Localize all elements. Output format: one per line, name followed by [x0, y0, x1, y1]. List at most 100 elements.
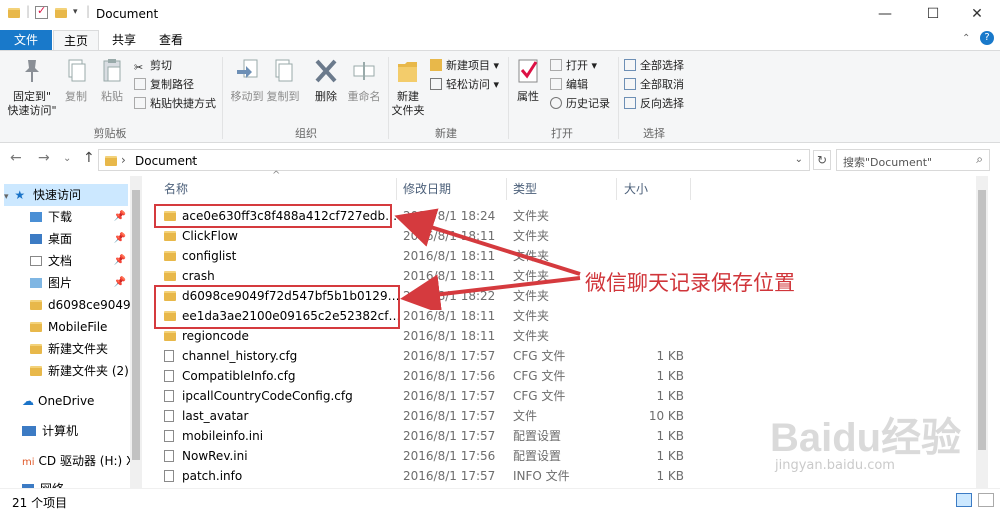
- search-input[interactable]: 搜索"Document" ⌕: [836, 149, 990, 171]
- nav-item-documents[interactable]: 文档 📌: [30, 250, 126, 272]
- help-icon[interactable]: ?: [980, 31, 994, 45]
- tab-file[interactable]: 文件: [0, 30, 52, 50]
- divider[interactable]: [690, 178, 691, 200]
- breadcrumb-chevron-icon[interactable]: ›: [191, 153, 196, 167]
- sort-ascending-icon: ^: [272, 170, 281, 181]
- file-row[interactable]: last_avatar 2016/8/1 17:57 文件 10 KB: [154, 406, 714, 426]
- file-name: configlist: [182, 249, 237, 263]
- column-header-date[interactable]: 修改日期: [403, 180, 451, 197]
- file-icon: [164, 370, 174, 382]
- file-row[interactable]: NowRev.ini 2016/8/1 17:56 配置设置 1 KB: [154, 446, 714, 466]
- group-label-select: 选择: [643, 127, 665, 140]
- copy-to-button[interactable]: 复制到: [264, 56, 302, 104]
- open-button[interactable]: 打开 ▾: [550, 57, 597, 75]
- column-header-name[interactable]: 名称: [164, 180, 188, 197]
- file-type: 文件: [513, 409, 538, 423]
- tab-view[interactable]: 查看: [148, 30, 194, 50]
- file-name: last_avatar: [182, 409, 249, 423]
- nav-pane-scrollbar[interactable]: [130, 176, 142, 488]
- paste-button[interactable]: 粘贴: [96, 56, 128, 104]
- scrollbar-thumb[interactable]: [978, 190, 986, 450]
- delete-button[interactable]: 删除: [310, 56, 342, 104]
- nav-computer-label: 计算机: [42, 424, 79, 438]
- nav-item-desktop[interactable]: 桌面 📌: [30, 228, 126, 250]
- nav-item-new-folder[interactable]: 新建文件夹: [30, 338, 130, 360]
- rename-button[interactable]: 重命名: [344, 56, 384, 104]
- forward-arrow-icon[interactable]: →: [38, 150, 50, 166]
- file-row[interactable]: channel_history.cfg 2016/8/1 17:57 CFG 文件 1…: [154, 346, 714, 366]
- history-button[interactable]: 历史记录: [550, 95, 610, 113]
- quick-access-toolbar-dropdown-icon[interactable]: ▾: [73, 7, 78, 17]
- divider[interactable]: [616, 178, 617, 200]
- large-icons-view-icon[interactable]: [978, 493, 994, 507]
- nav-item-label: 新建文件夹: [48, 342, 109, 356]
- file-row[interactable]: ipcallCountryCodeConfig.cfg 2016/8/1 17:5…: [154, 386, 714, 406]
- cut-button[interactable]: ✂ 剪切: [134, 57, 172, 75]
- nav-onedrive[interactable]: ☁ OneDrive: [22, 390, 128, 412]
- divider[interactable]: [506, 178, 507, 200]
- scrollbar-thumb[interactable]: [132, 190, 140, 460]
- paste-shortcut-button[interactable]: 粘贴快捷方式: [134, 95, 216, 113]
- properties-button[interactable]: 属性: [512, 56, 544, 104]
- close-button[interactable]: ✕: [954, 0, 1000, 30]
- file-name: CompatibleInfo.cfg: [182, 369, 296, 383]
- collapse-ribbon-icon[interactable]: ⌃: [962, 33, 970, 44]
- nav-item-d6098[interactable]: d6098ce9049f7: [30, 294, 130, 316]
- move-to-button[interactable]: 移动到: [228, 56, 266, 104]
- nav-computer[interactable]: 计算机: [22, 420, 128, 442]
- divider[interactable]: [396, 178, 397, 200]
- address-bar[interactable]: › Document › ⌄: [98, 149, 810, 171]
- properties-quick-icon[interactable]: ✓: [35, 4, 48, 19]
- recent-locations-chevron-icon[interactable]: ⌄: [63, 153, 71, 164]
- maximize-button[interactable]: ☐: [910, 0, 956, 30]
- new-item-button[interactable]: 新建项目 ▾: [430, 57, 499, 75]
- nav-cd-drive[interactable]: mi CD 驱动器 (H:) Xi: [22, 450, 130, 472]
- file-row[interactable]: patch.info 2016/8/1 17:57 INFO 文件 1 KB: [154, 466, 714, 486]
- group-label-new: 新建: [435, 127, 457, 140]
- file-name: mobileinfo.ini: [182, 429, 264, 443]
- desktop-icon: [30, 234, 42, 244]
- file-row[interactable]: CompatibleInfo.cfg 2016/8/1 17:56 CFG 文件 1 …: [154, 366, 714, 386]
- minimize-button[interactable]: —: [862, 0, 908, 30]
- new-folder-button[interactable]: 新建 文件夹: [390, 56, 426, 118]
- file-row[interactable]: mobileinfo.ini 2016/8/1 17:57 配置设置 1 KB: [154, 426, 714, 446]
- properties-check-icon: [515, 56, 541, 86]
- address-row: ← → ⌄ ↑ › Document › ⌄ ↻ 搜索"Document" ⌕: [0, 144, 1000, 174]
- expand-chevron-icon[interactable]: ▾: [4, 192, 9, 202]
- tab-home[interactable]: 主页: [53, 30, 99, 50]
- new-folder-quick-icon[interactable]: [55, 7, 69, 21]
- file-row[interactable]: regioncode 2016/8/1 18:11 文件夹: [154, 326, 714, 346]
- nav-item-new-folder-2[interactable]: 新建文件夹 (2): [30, 360, 130, 382]
- column-header-type[interactable]: 类型: [513, 180, 537, 197]
- nav-item-pictures[interactable]: 图片 📌: [30, 272, 126, 294]
- search-placeholder: 搜索"Document": [843, 156, 933, 169]
- nav-quick-access[interactable]: ▾ ★ 快速访问: [4, 184, 128, 206]
- nav-item-downloads[interactable]: 下载 📌: [30, 206, 126, 228]
- baidu-watermark-url: jingyan.baidu.com: [775, 458, 895, 473]
- open-icon: [550, 59, 562, 71]
- copy-path-button[interactable]: 复制路径: [134, 76, 194, 94]
- details-view-icon[interactable]: [956, 493, 972, 507]
- tab-share[interactable]: 共享: [101, 30, 147, 50]
- edit-button[interactable]: 编辑: [550, 76, 588, 94]
- column-header-size[interactable]: 大小: [624, 180, 648, 197]
- easy-access-button[interactable]: 轻松访问 ▾: [430, 76, 499, 94]
- new-folder-icon: [395, 56, 421, 86]
- refresh-icon[interactable]: ↻: [813, 150, 831, 170]
- copy-button[interactable]: 复制: [60, 56, 92, 104]
- invert-selection-button[interactable]: 反向选择: [624, 95, 684, 113]
- nav-cd-drive-label: CD 驱动器 (H:) Xi: [38, 454, 130, 468]
- folder-icon: [30, 300, 42, 310]
- nav-item-mobilefile[interactable]: MobileFile: [30, 316, 130, 338]
- search-icon[interactable]: ⌕: [976, 152, 983, 167]
- breadcrumb-document[interactable]: Document: [135, 154, 197, 168]
- select-none-button[interactable]: 全部取消: [624, 76, 684, 94]
- up-arrow-icon[interactable]: ↑: [83, 150, 95, 166]
- address-dropdown-icon[interactable]: ⌄: [795, 154, 803, 165]
- select-all-button[interactable]: 全部选择: [624, 57, 684, 75]
- file-list-scrollbar[interactable]: [976, 176, 988, 488]
- nav-item-label: MobileFile: [48, 320, 108, 334]
- pin-to-quick-access-button[interactable]: 固定到" 快速访问": [4, 56, 60, 118]
- back-arrow-icon[interactable]: ←: [10, 150, 22, 166]
- nav-network[interactable]: 网络: [22, 478, 128, 488]
